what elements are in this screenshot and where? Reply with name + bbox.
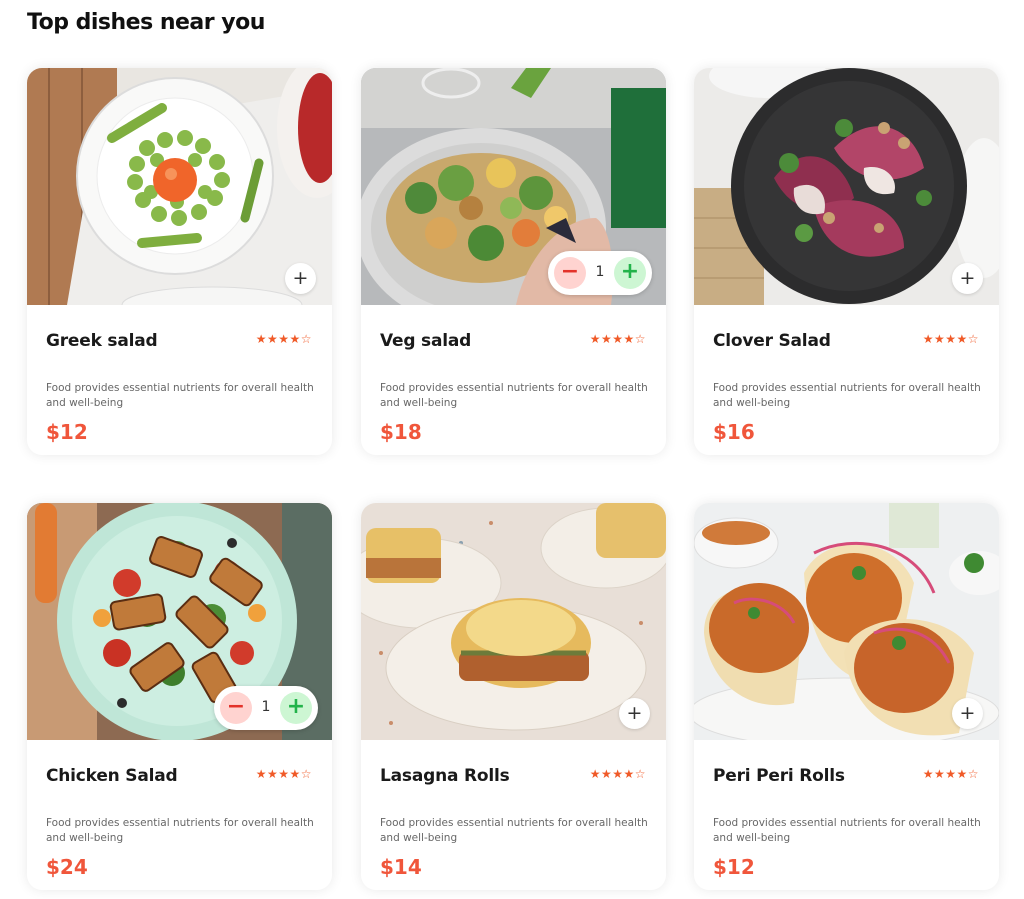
dish-image[interactable] xyxy=(361,503,666,740)
dish-description: Food provides essential nutrients for ov… xyxy=(713,382,981,409)
dish-description: Food provides essential nutrients for ov… xyxy=(380,382,648,409)
quantity-stepper: − 1 + xyxy=(548,251,652,295)
dish-description: Food provides essential nutrients for ov… xyxy=(46,382,314,409)
rating-stars-icon: ★★★★☆ xyxy=(922,332,979,346)
add-to-cart-button[interactable]: + xyxy=(952,263,983,294)
page-title: Top dishes near you xyxy=(27,10,265,35)
dish-name: Lasagna Rolls xyxy=(380,766,510,786)
dish-price: $14 xyxy=(380,855,422,879)
rating-stars-icon: ★★★★☆ xyxy=(255,767,312,781)
rating-stars-icon: ★★★★☆ xyxy=(589,767,646,781)
dish-image[interactable] xyxy=(694,68,999,305)
dish-name: Clover Salad xyxy=(713,331,831,351)
rating-stars-icon: ★★★★☆ xyxy=(922,767,979,781)
dish-price: $18 xyxy=(380,420,422,444)
dish-card[interactable]: − 1 + Veg salad ★★★★☆ Food provides esse… xyxy=(361,68,666,455)
dish-name: Greek salad xyxy=(46,331,158,351)
increase-quantity-button[interactable]: + xyxy=(280,692,312,724)
dish-grid: + Greek salad ★★★★☆ Food provides essent… xyxy=(27,68,1000,890)
dish-description: Food provides essential nutrients for ov… xyxy=(380,817,648,844)
dish-price: $12 xyxy=(46,420,88,444)
dish-description: Food provides essential nutrients for ov… xyxy=(713,817,981,844)
dish-card[interactable]: − 1 + Chicken Salad ★★★★☆ Food provides … xyxy=(27,503,332,890)
add-to-cart-button[interactable]: + xyxy=(285,263,316,294)
dish-image[interactable] xyxy=(27,68,332,305)
dish-price: $12 xyxy=(713,855,755,879)
dish-image[interactable] xyxy=(694,503,999,740)
rating-stars-icon: ★★★★☆ xyxy=(589,332,646,346)
add-to-cart-button[interactable]: + xyxy=(619,698,650,729)
add-to-cart-button[interactable]: + xyxy=(952,698,983,729)
dish-card[interactable]: + Greek salad ★★★★☆ Food provides essent… xyxy=(27,68,332,455)
dish-card[interactable]: + Clover Salad ★★★★☆ Food provides essen… xyxy=(694,68,999,455)
dish-card[interactable]: + Peri Peri Rolls ★★★★☆ Food provides es… xyxy=(694,503,999,890)
dish-price: $24 xyxy=(46,855,88,879)
rating-stars-icon: ★★★★☆ xyxy=(255,332,312,346)
dish-name: Chicken Salad xyxy=(46,766,178,786)
quantity-stepper: − 1 + xyxy=(214,686,318,730)
dish-price: $16 xyxy=(713,420,755,444)
dish-name: Peri Peri Rolls xyxy=(713,766,845,786)
dish-description: Food provides essential nutrients for ov… xyxy=(46,817,314,844)
dish-name: Veg salad xyxy=(380,331,472,351)
increase-quantity-button[interactable]: + xyxy=(614,257,646,289)
dish-card[interactable]: + Lasagna Rolls ★★★★☆ Food provides esse… xyxy=(361,503,666,890)
